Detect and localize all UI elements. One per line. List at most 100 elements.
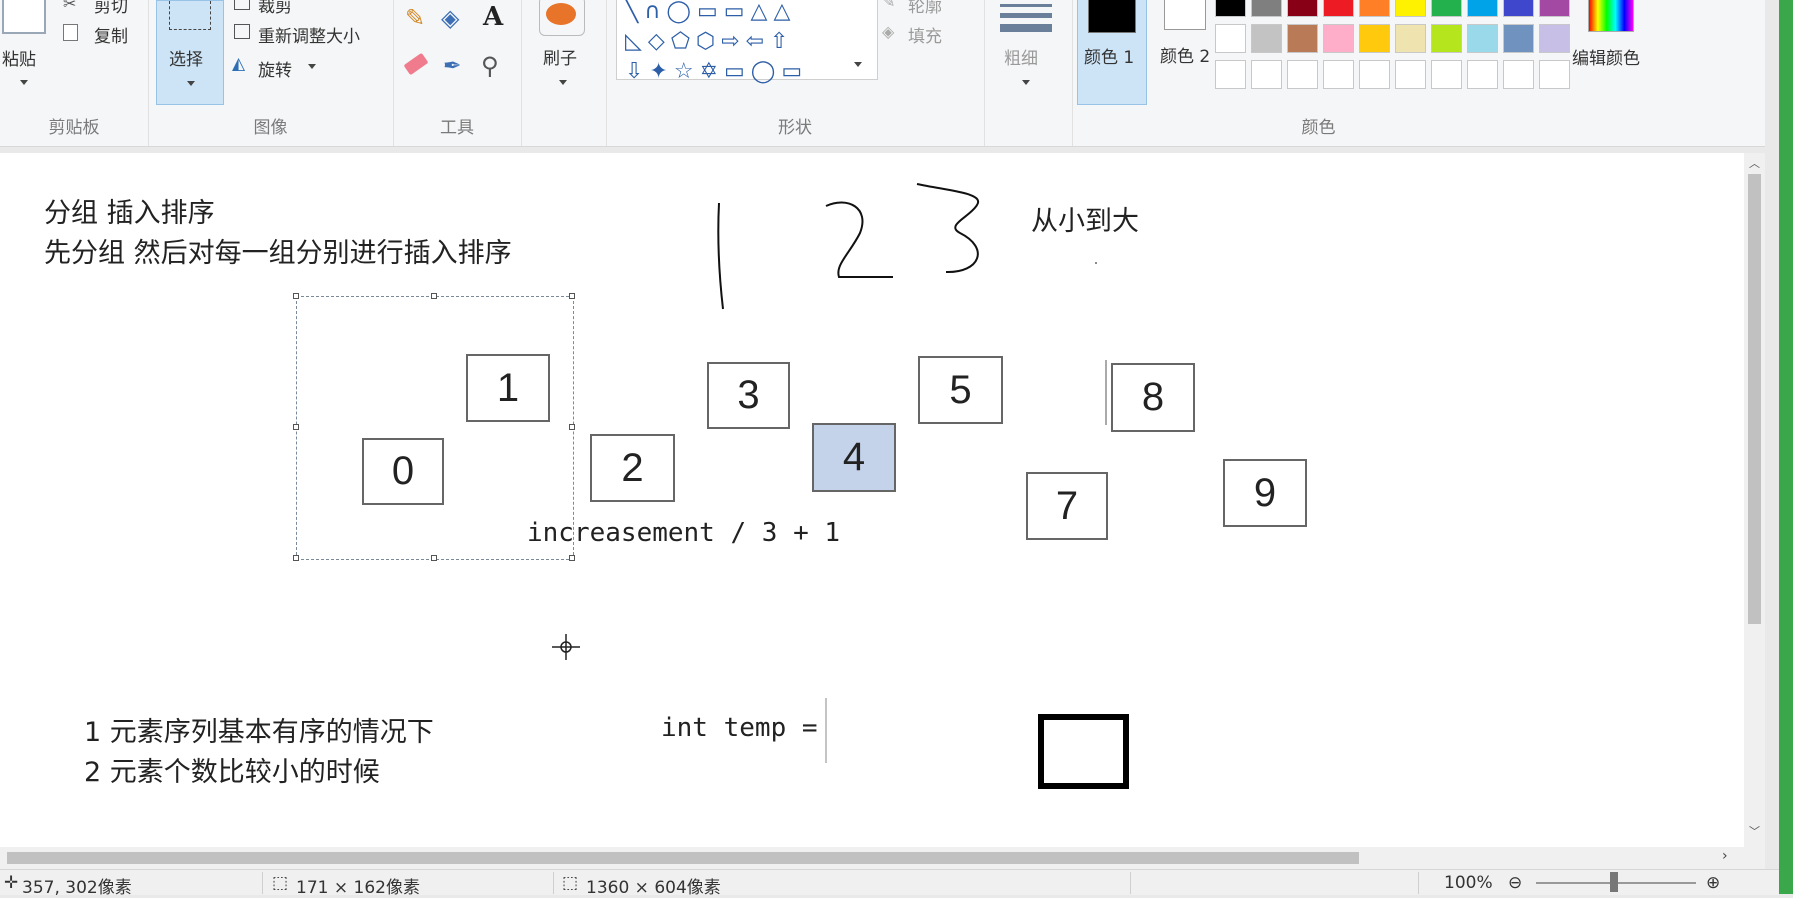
shape-gallery[interactable]: ╲∩◯▭▭△△ ◺◇⬠⬡⇨⇦⇧ ⇩✦☆✡▭◯▭ xyxy=(616,0,878,84)
handwritten-3 xyxy=(916,183,980,274)
crop-button[interactable]: 裁剪 xyxy=(258,0,292,17)
palette-swatch[interactable] xyxy=(1539,60,1570,89)
zoom-in-icon[interactable]: ⊕ xyxy=(1706,873,1720,893)
number-box-5: 5 xyxy=(918,356,1003,424)
selection-handle-tl[interactable] xyxy=(293,293,299,299)
paste-icon[interactable] xyxy=(2,0,46,34)
palette-swatch[interactable] xyxy=(1323,0,1354,17)
palette-swatch[interactable] xyxy=(1467,24,1498,53)
selection-size-icon: ⬚ xyxy=(272,873,289,893)
palette-swatch[interactable] xyxy=(1215,0,1246,17)
palette-swatch[interactable] xyxy=(1251,0,1282,17)
palette-swatch[interactable] xyxy=(1323,60,1354,89)
selection-handle-br[interactable] xyxy=(569,555,575,561)
palette-swatch[interactable] xyxy=(1539,24,1570,53)
temp-code: int temp = xyxy=(661,713,818,743)
copy-button[interactable]: 复制 xyxy=(94,22,128,47)
selection-handle-tm[interactable] xyxy=(431,293,437,299)
rotate-button[interactable]: 旋转 xyxy=(258,56,292,81)
palette-swatch[interactable] xyxy=(1359,24,1390,53)
brushes-button[interactable]: 刷子 xyxy=(543,44,577,69)
tools-group-label: 工具 xyxy=(440,118,474,138)
palette-swatch[interactable] xyxy=(1251,60,1282,89)
magnifier-icon[interactable]: ⚲ xyxy=(481,52,499,80)
select-dropdown-icon xyxy=(187,81,195,86)
horizontal-scrollbar[interactable]: › xyxy=(0,847,1765,869)
number-box-3: 3 xyxy=(707,362,790,429)
outline-button[interactable]: 轮廓 xyxy=(908,0,942,17)
selection-handle-tr[interactable] xyxy=(569,293,575,299)
palette-swatch[interactable] xyxy=(1431,24,1462,53)
color1-button[interactable]: 颜色 1 xyxy=(1077,0,1147,105)
cut-button[interactable]: 剪切 xyxy=(94,0,128,17)
selection-handle-mr[interactable] xyxy=(569,424,575,430)
brush-icon[interactable] xyxy=(539,0,585,36)
palette-swatch[interactable] xyxy=(1503,24,1534,53)
vertical-scrollbar[interactable]: ︿ ﹀ xyxy=(1744,153,1765,847)
pencil-icon[interactable]: ✎ xyxy=(405,4,425,32)
zoom-slider-thumb[interactable] xyxy=(1610,872,1618,892)
palette-swatch[interactable] xyxy=(1215,60,1246,89)
palette-swatch[interactable] xyxy=(1359,60,1390,89)
palette-swatch[interactable] xyxy=(1287,60,1318,89)
selection-handle-bm[interactable] xyxy=(431,555,437,561)
shape-row-1[interactable]: ╲∩◯▭▭△△ xyxy=(625,0,877,27)
colors-group: 颜色 1 颜色 2 编辑颜色 颜色 xyxy=(1072,0,1765,146)
selection-handle-bl[interactable] xyxy=(293,555,299,561)
palette-swatch[interactable] xyxy=(1467,0,1498,17)
palette-swatch[interactable] xyxy=(1359,0,1390,17)
palette-swatch[interactable] xyxy=(1395,60,1426,89)
shape-row-3[interactable]: ⇩✦☆✡▭◯▭ xyxy=(625,57,877,87)
palette-swatch[interactable] xyxy=(1395,24,1426,53)
palette-swatch[interactable] xyxy=(1503,0,1534,17)
horizontal-scroll-thumb[interactable] xyxy=(7,852,1359,864)
paste-dropdown-icon[interactable] xyxy=(20,80,28,85)
vertical-scroll-thumb[interactable] xyxy=(1748,174,1761,624)
palette-swatch[interactable] xyxy=(1503,60,1534,89)
palette-swatch[interactable] xyxy=(1287,0,1318,17)
text-icon[interactable]: A xyxy=(483,2,503,32)
palette-swatch[interactable] xyxy=(1539,0,1570,17)
fill-button[interactable]: 填充 xyxy=(908,22,942,47)
size-icon[interactable] xyxy=(1000,4,1052,32)
rotate-dropdown-icon[interactable] xyxy=(308,64,316,69)
condition-2: 2 元素个数比较小的时候 xyxy=(84,757,380,788)
number-box-8: 8 xyxy=(1111,363,1195,432)
drawing-canvas[interactable]: 分组 插入排序 先分组 然后对每一组分别进行插入排序 从小到大 0 1 2 3 … xyxy=(0,153,1744,847)
selection-handle-ml[interactable] xyxy=(293,424,299,430)
scroll-right-icon[interactable]: › xyxy=(1722,848,1728,864)
brushes-dropdown-icon[interactable] xyxy=(559,80,567,85)
edit-colors-button[interactable]: 编辑颜色 xyxy=(1572,44,1640,69)
palette-swatch[interactable] xyxy=(1251,24,1282,53)
fill-bucket-icon[interactable]: ◈ xyxy=(441,4,459,32)
size-button[interactable]: 粗细 xyxy=(1004,44,1038,69)
crosshair-cursor-icon xyxy=(552,634,580,660)
color2-button[interactable]: 颜色 2 xyxy=(1152,0,1222,105)
resize-button[interactable]: 重新调整大小 xyxy=(258,22,360,47)
edit-colors-icon[interactable] xyxy=(1588,0,1634,32)
palette-swatch[interactable] xyxy=(1431,0,1462,17)
handwritten-1 xyxy=(717,202,724,310)
palette-swatch[interactable] xyxy=(1395,0,1426,17)
size-group: 粗细 xyxy=(984,0,1073,146)
scroll-up-icon[interactable]: ︿ xyxy=(1749,155,1760,171)
zoom-out-icon[interactable]: ⊖ xyxy=(1508,873,1522,893)
select-button[interactable]: 选择 xyxy=(156,0,224,105)
number-box-7: 7 xyxy=(1026,472,1108,540)
color-picker-icon[interactable]: ✒ xyxy=(443,54,461,79)
number-box-1: 1 xyxy=(466,354,550,422)
number-box-2: 2 xyxy=(590,434,675,502)
palette-swatch[interactable] xyxy=(1323,24,1354,53)
image-size: 1360 × 604像素 xyxy=(586,878,721,898)
scroll-down-icon[interactable]: ﹀ xyxy=(1749,823,1760,839)
shape-row-2[interactable]: ◺◇⬠⬡⇨⇦⇧ xyxy=(625,27,877,57)
size-dropdown-icon[interactable] xyxy=(1022,80,1030,85)
shape-gallery-more-icon[interactable] xyxy=(854,62,862,67)
palette-swatch[interactable] xyxy=(1431,60,1462,89)
palette-swatch[interactable] xyxy=(1467,60,1498,89)
paste-button[interactable]: 粘贴 xyxy=(2,45,36,70)
eraser-icon[interactable] xyxy=(403,52,429,76)
color1-swatch xyxy=(1088,0,1136,33)
palette-swatch[interactable] xyxy=(1287,24,1318,53)
palette-swatch[interactable] xyxy=(1215,24,1246,53)
